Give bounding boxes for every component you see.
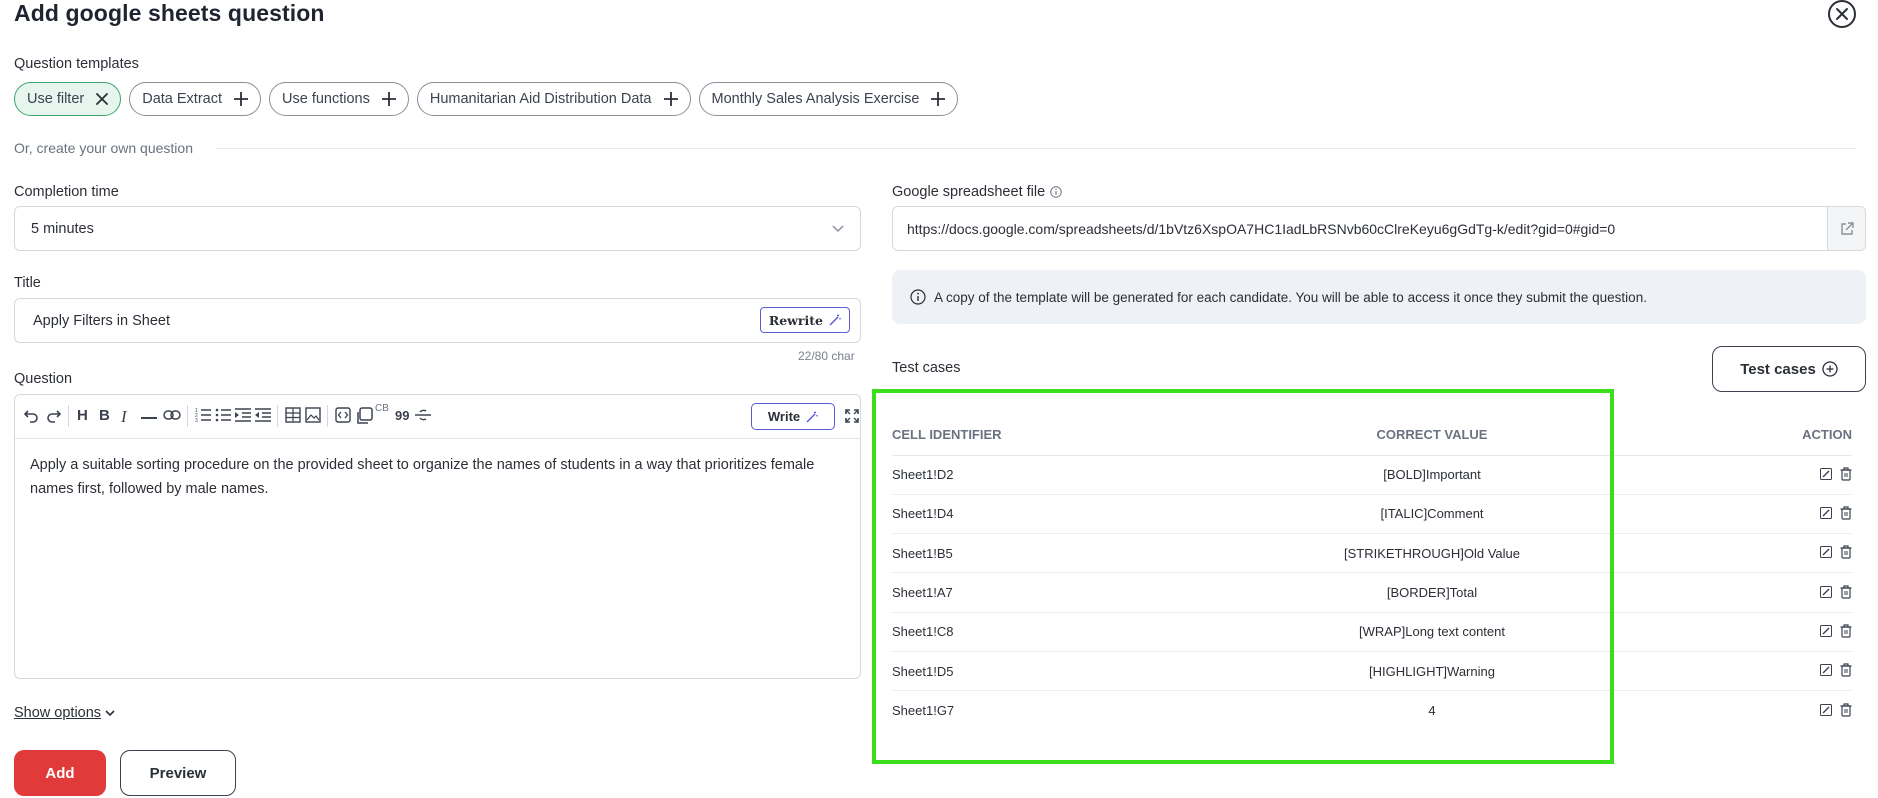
- plus-icon: [931, 92, 946, 106]
- quote-icon[interactable]: 99: [395, 408, 409, 423]
- heading-icon[interactable]: H: [77, 407, 88, 424]
- template-chip-humanitarian-aid[interactable]: Humanitarian Aid Distribution Data: [416, 82, 691, 116]
- completion-time-value: 5 minutes: [31, 220, 94, 237]
- external-link-icon: [1840, 221, 1854, 235]
- rewrite-label: Rewrite: [768, 312, 823, 328]
- open-external-button[interactable]: [1827, 207, 1865, 250]
- chip-label: Humanitarian Aid Distribution Data: [429, 91, 652, 107]
- info-banner-text: A copy of the template will be generated…: [934, 289, 1647, 305]
- question-label: Question: [14, 371, 73, 387]
- show-options-link[interactable]: Show options: [14, 705, 115, 721]
- template-chip-use-functions[interactable]: Use functions: [269, 82, 409, 116]
- template-chip-use-filter[interactable]: Use filter: [14, 82, 122, 116]
- template-chip-data-extract[interactable]: Data Extract: [129, 82, 261, 116]
- trash-icon[interactable]: [1840, 545, 1852, 559]
- trash-icon[interactable]: [1840, 467, 1852, 481]
- svg-text:3: 3: [195, 418, 198, 423]
- info-icon: [1050, 186, 1062, 198]
- add-button[interactable]: Add: [14, 750, 106, 796]
- edit-icon[interactable]: [1820, 506, 1832, 519]
- trash-icon[interactable]: [1840, 624, 1852, 638]
- edit-icon[interactable]: [1820, 703, 1832, 716]
- bold-icon[interactable]: B: [99, 407, 110, 424]
- info-banner: A copy of the template will be generated…: [892, 270, 1866, 324]
- own-question-label: Or, create your own question: [14, 140, 193, 156]
- toolbar-divider: [277, 405, 278, 427]
- add-test-case-label: Test cases: [1740, 360, 1816, 378]
- question-body[interactable]: Apply a suitable sorting procedure on th…: [30, 453, 840, 501]
- chevron-down-icon: [105, 709, 115, 716]
- fullscreen-icon[interactable]: [845, 409, 859, 423]
- title-char-count: 22/80 char: [798, 349, 855, 363]
- completion-time-label: Completion time: [14, 184, 119, 200]
- spreadsheet-url-input[interactable]: https://docs.google.com/spreadsheets/d/1…: [892, 206, 1866, 251]
- undo-icon[interactable]: [23, 407, 39, 423]
- info-icon: [910, 289, 926, 305]
- spreadsheet-label: Google spreadsheet file: [892, 184, 1062, 200]
- bullet-list-icon[interactable]: [215, 407, 231, 423]
- divider: [216, 148, 1856, 149]
- spreadsheet-url-value: https://docs.google.com/spreadsheets/d/1…: [907, 220, 1616, 237]
- title-label: Title: [14, 275, 41, 291]
- magic-wand-icon: [829, 314, 841, 326]
- close-button[interactable]: [1828, 0, 1856, 28]
- table-icon[interactable]: [285, 407, 301, 423]
- question-editor: H B I 123 CB 99 Write Apply a suitable s…: [14, 394, 861, 679]
- ordered-list-icon[interactable]: 123: [195, 407, 211, 423]
- code-icon[interactable]: [335, 407, 351, 423]
- toolbar-divider: [68, 405, 69, 427]
- trash-icon[interactable]: [1840, 584, 1852, 599]
- close-icon: [1836, 8, 1848, 20]
- column-header-action: ACTION: [1672, 415, 1852, 456]
- copy-icon[interactable]: [355, 407, 373, 425]
- edit-icon[interactable]: [1820, 467, 1832, 480]
- rewrite-button[interactable]: Rewrite: [759, 307, 850, 333]
- template-chip-monthly-sales[interactable]: Monthly Sales Analysis Exercise: [698, 82, 959, 116]
- chip-label: Monthly Sales Analysis Exercise: [711, 91, 920, 107]
- outdent-icon[interactable]: [255, 407, 271, 423]
- plus-circle-icon: [1822, 361, 1838, 377]
- magic-wand-icon: [806, 411, 818, 422]
- redo-icon[interactable]: [46, 407, 62, 423]
- image-icon[interactable]: [305, 407, 321, 423]
- code-block-label[interactable]: CB: [375, 403, 389, 414]
- edit-icon[interactable]: [1820, 585, 1832, 598]
- spreadsheet-label-text: Google spreadsheet file: [892, 184, 1046, 200]
- chip-label: Use filter: [27, 91, 85, 107]
- close-icon[interactable]: [96, 93, 109, 105]
- test-cases-label: Test cases: [892, 360, 961, 376]
- edit-icon[interactable]: [1820, 664, 1832, 677]
- edit-icon[interactable]: [1820, 624, 1832, 637]
- toolbar-divider: [327, 405, 328, 427]
- chip-label: Use functions: [282, 91, 370, 107]
- template-chips: Use filter Data Extract Use functions Hu…: [14, 82, 959, 116]
- add-test-case-button[interactable]: Test cases: [1712, 346, 1866, 392]
- strikethrough-icon[interactable]: [415, 407, 431, 423]
- trash-icon[interactable]: [1840, 703, 1852, 717]
- templates-label: Question templates: [14, 56, 139, 72]
- write-label: Write: [767, 409, 801, 424]
- indent-icon[interactable]: [235, 407, 251, 423]
- preview-button[interactable]: Preview: [120, 750, 236, 796]
- completion-time-select[interactable]: 5 minutes: [14, 206, 861, 251]
- trash-icon[interactable]: [1840, 506, 1852, 520]
- show-options-label: Show options: [14, 705, 102, 721]
- edit-icon[interactable]: [1820, 546, 1832, 559]
- link-icon[interactable]: [163, 409, 181, 421]
- trash-icon[interactable]: [1840, 663, 1852, 677]
- italic-icon[interactable]: I: [121, 407, 127, 427]
- write-button[interactable]: Write: [751, 403, 835, 430]
- toolbar-divider: [187, 405, 188, 427]
- plus-icon: [663, 92, 678, 106]
- highlight-annotation-box: [872, 389, 1614, 764]
- chip-label: Data Extract: [142, 91, 222, 107]
- editor-toolbar: H B I 123 CB 99 Write: [15, 395, 860, 439]
- page-title: Add google sheets question: [14, 0, 325, 26]
- chevron-down-icon: [832, 224, 844, 232]
- plus-icon: [381, 92, 396, 106]
- title-input[interactable]: Apply Filters in Sheet Rewrite: [14, 298, 861, 343]
- title-value: Apply Filters in Sheet: [33, 312, 171, 329]
- plus-icon: [234, 92, 248, 106]
- horizontal-rule-icon[interactable]: [141, 410, 157, 422]
